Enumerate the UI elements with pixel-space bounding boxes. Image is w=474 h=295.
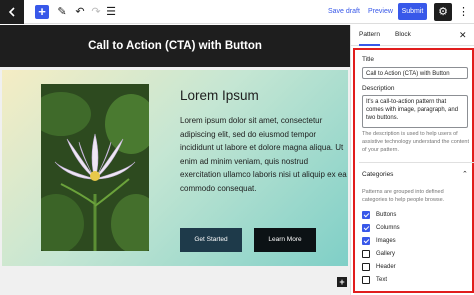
lotus-flower-illustration: [41, 84, 149, 251]
checkbox-unchecked[interactable]: [362, 276, 370, 284]
pattern-title[interactable]: Call to Action (CTA) with Button: [0, 25, 350, 67]
settings-sidebar: Pattern Block ✕ Title Call to Action (CT…: [350, 25, 474, 295]
category-columns[interactable]: Columns: [362, 223, 472, 233]
learn-more-button[interactable]: Learn More: [254, 228, 316, 252]
save-draft-button[interactable]: Save draft: [328, 6, 360, 18]
description-label: Description: [362, 85, 395, 92]
wordpress-icon[interactable]: [0, 0, 24, 24]
checkbox-unchecked[interactable]: [362, 250, 370, 258]
category-images[interactable]: Images: [362, 236, 472, 246]
category-gallery[interactable]: Gallery: [362, 249, 472, 259]
cta-block[interactable]: Lorem Ipsum Lorem ipsum dolor sit amet, …: [2, 70, 348, 266]
preview-button[interactable]: Preview: [368, 6, 393, 18]
title-input[interactable]: Call to Action (CTA) with Button: [362, 67, 468, 79]
checkbox-checked[interactable]: [362, 237, 370, 245]
category-label: Text: [376, 277, 388, 283]
title-label: Title: [362, 56, 375, 63]
get-started-button[interactable]: Get Started: [180, 228, 242, 252]
cta-heading[interactable]: Lorem Ipsum: [180, 86, 259, 106]
add-block-plus-icon[interactable]: +: [337, 277, 347, 287]
editor-canvas: Call to Action (CTA) with Button Lorem I…: [0, 25, 350, 295]
edit-icon[interactable]: ✎: [55, 4, 69, 20]
submit-button[interactable]: Submit: [398, 3, 427, 20]
tab-block[interactable]: Block: [395, 25, 411, 46]
category-header[interactable]: Header: [362, 262, 472, 272]
description-textarea[interactable]: It's a call-to-action pattern that comes…: [362, 95, 468, 128]
categories-help: Patterns are grouped into defined catego…: [362, 189, 445, 203]
highlight-frame: Title Call to Action (CTA) with Button D…: [353, 48, 474, 293]
list-view-icon[interactable]: ☰: [104, 4, 118, 20]
description-help: The description is used to help users of…: [362, 131, 470, 153]
categories-heading[interactable]: Categories: [362, 171, 393, 178]
category-label: Header: [376, 264, 396, 270]
checkbox-checked[interactable]: [362, 224, 370, 232]
category-label: Images: [376, 238, 396, 244]
cta-paragraph[interactable]: Lorem ipsum dolor sit amet, consectetur …: [180, 114, 348, 196]
sidebar-tabs: Pattern Block ✕: [351, 25, 474, 46]
category-label: Columns: [376, 225, 400, 231]
category-label: Buttons: [376, 212, 397, 218]
undo-icon[interactable]: ↶: [73, 4, 87, 20]
divider: [359, 162, 474, 163]
checkbox-unchecked[interactable]: [362, 263, 370, 271]
back-arrow-icon: [8, 7, 15, 17]
tab-pattern[interactable]: Pattern: [359, 25, 380, 46]
more-options-icon[interactable]: ⋮: [458, 4, 469, 20]
category-buttons[interactable]: Buttons: [362, 210, 472, 220]
category-text[interactable]: Text: [362, 275, 472, 285]
checkbox-checked[interactable]: [362, 211, 370, 219]
category-label: Gallery: [376, 251, 396, 257]
editor-toolbar: + ✎ ↶ ↷ ☰ Save draft Preview Submit ⚙ ⋮: [0, 0, 474, 24]
flower-image[interactable]: [41, 84, 149, 251]
add-block-button[interactable]: +: [35, 5, 49, 19]
redo-icon[interactable]: ↷: [89, 4, 103, 20]
chevron-up-icon[interactable]: ⌃: [462, 170, 468, 178]
close-icon[interactable]: ✕: [459, 28, 467, 42]
settings-gear-icon[interactable]: ⚙: [434, 3, 452, 21]
